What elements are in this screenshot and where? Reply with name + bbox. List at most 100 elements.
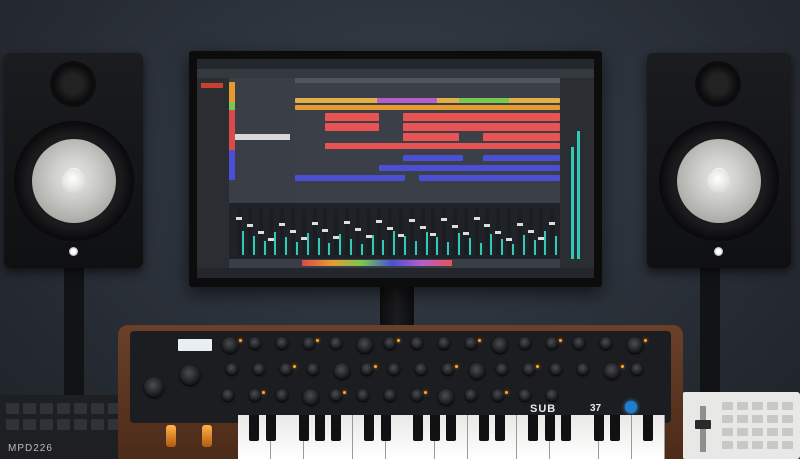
mixer-level-meter <box>533 240 536 255</box>
synth-knob <box>465 337 477 349</box>
synth-knob <box>519 389 531 401</box>
mixer-level-meter <box>339 234 342 255</box>
mixer-fader-knob <box>322 229 329 232</box>
mixer-fader-track <box>431 209 436 255</box>
monitor-stand <box>380 287 414 327</box>
mixer-level-meter <box>555 236 558 255</box>
midi-controller <box>682 392 800 459</box>
mixer-fader-track <box>366 209 371 255</box>
synth-indicator-led <box>293 365 296 368</box>
mixer-level-meter <box>296 242 298 255</box>
mixer-level-meter <box>436 237 439 255</box>
synth-knob <box>388 363 400 375</box>
mixer-fader-knob <box>484 224 491 227</box>
controller-button <box>767 428 778 436</box>
synth-knob <box>442 363 454 375</box>
mixer-channel-color-strip <box>302 260 452 266</box>
mixer-level-meter <box>360 244 363 255</box>
synth-knob <box>573 337 585 349</box>
clip-red-5 <box>403 133 459 141</box>
black-key <box>446 415 457 441</box>
controller-button <box>752 415 763 423</box>
synth-display <box>178 339 212 351</box>
track-color-green <box>229 102 235 110</box>
studio-scene: MPD226 SUB 37 <box>0 0 800 459</box>
mixer-level-meter <box>458 233 460 255</box>
controller-button <box>737 428 748 436</box>
left-woofer-cap <box>62 169 86 193</box>
synth-volume-knob <box>144 377 164 397</box>
mixer-level-meter <box>252 236 255 255</box>
black-key <box>413 415 424 441</box>
daw-ruler <box>295 78 560 83</box>
synth-indicator-led <box>424 391 427 394</box>
synth-knob <box>465 389 477 401</box>
synth-knob <box>631 363 643 375</box>
mixer-level-meter <box>393 231 396 255</box>
synth-knob <box>577 363 589 375</box>
clip-red-1 <box>325 113 379 121</box>
mixer-level-meter <box>479 243 482 255</box>
master-meter-left <box>571 147 574 259</box>
controller-button <box>767 402 778 410</box>
synth-indicator-led <box>455 365 458 368</box>
synth-knob <box>523 363 535 375</box>
black-key <box>561 415 571 441</box>
synth-indicator-led <box>262 391 265 394</box>
black-key <box>495 415 506 441</box>
mixer-fader-knob <box>419 226 426 229</box>
mixer-fader-track <box>453 209 457 255</box>
track-color-red <box>229 110 235 150</box>
mixer-level-meter <box>263 241 266 255</box>
mixer-level-meter <box>285 237 288 255</box>
synth-knob <box>330 389 342 401</box>
synth-knob <box>280 363 292 375</box>
synth-knob <box>307 363 319 375</box>
synth-knob <box>226 363 238 375</box>
drum-pad <box>57 419 70 430</box>
controller-button <box>782 441 793 449</box>
mixer-level-meter <box>425 232 428 255</box>
synth-knob <box>384 389 396 401</box>
black-key <box>429 415 440 441</box>
mod-wheel <box>202 425 212 447</box>
mixer-level-meter <box>242 231 244 255</box>
mixer-fader-knob <box>527 230 534 233</box>
mixer-fader-knob <box>290 230 296 233</box>
mixer-level-meter <box>350 239 352 255</box>
mixer-fader-knob <box>376 220 383 223</box>
mixer-fader-track <box>377 209 382 255</box>
mixer-fader-track <box>269 209 274 255</box>
mixer-fader-knob <box>354 228 361 231</box>
black-key <box>479 415 489 441</box>
computer-monitor <box>189 51 602 287</box>
black-key <box>528 415 539 441</box>
drum-pad <box>23 419 36 430</box>
synth-knob <box>415 363 427 375</box>
synth-indicator-led <box>397 339 400 342</box>
synth-knob <box>249 337 261 349</box>
controller-button <box>737 441 748 449</box>
mixer-fader-track <box>301 209 306 255</box>
track-selected-row <box>235 134 290 140</box>
mixer-level-meter <box>382 240 385 255</box>
drum-pad <box>40 419 53 430</box>
synth-knob <box>222 389 234 401</box>
controller-button <box>722 415 733 423</box>
controller-button <box>752 402 763 410</box>
right-speaker <box>647 53 791 268</box>
mixer-fader-track <box>550 209 555 255</box>
mixer-fader-knob <box>452 225 458 228</box>
clip-red-4 <box>403 123 560 131</box>
black-key <box>249 415 260 441</box>
synth-knob <box>249 389 261 401</box>
synth-knob <box>357 389 369 401</box>
black-key <box>643 415 653 441</box>
mixer-fader-track <box>485 209 490 255</box>
controller-button <box>782 428 793 436</box>
master-meter-right <box>577 131 580 259</box>
mixer-fader-track <box>355 209 360 255</box>
drum-pad <box>74 419 87 430</box>
mixer-fader-knob <box>344 221 350 224</box>
synth-knob <box>411 389 423 401</box>
